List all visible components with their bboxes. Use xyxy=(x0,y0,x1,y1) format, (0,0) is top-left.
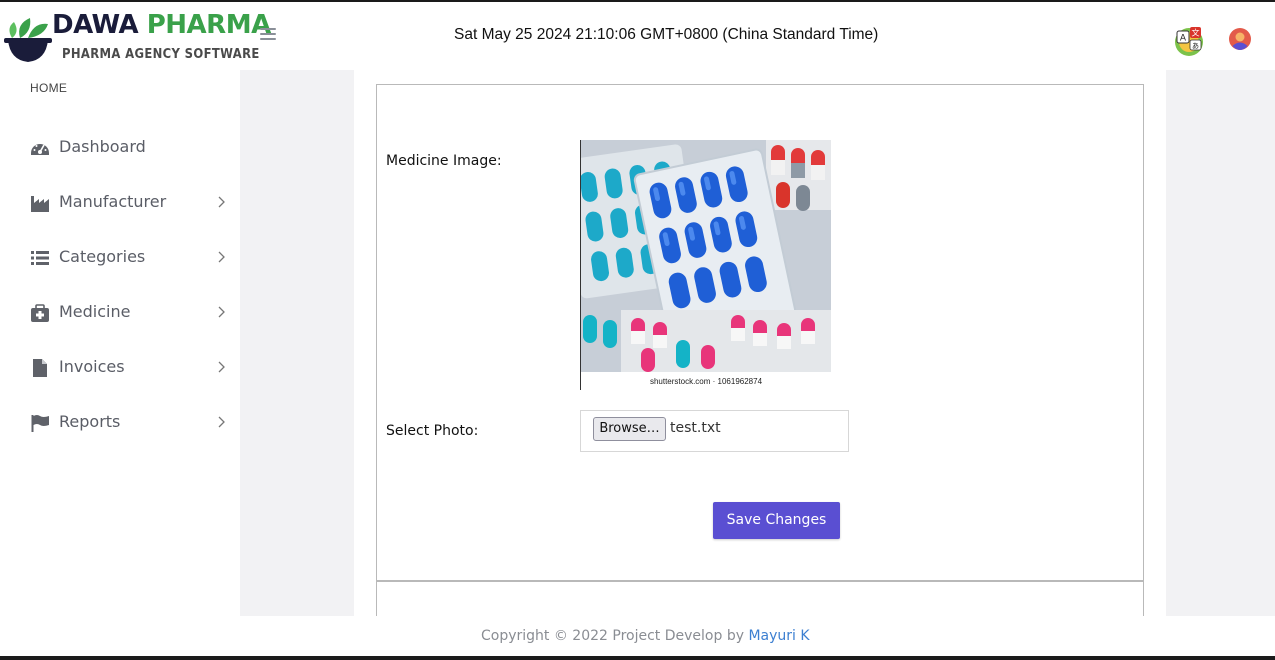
sidebar-item-dashboard[interactable]: Dashboard xyxy=(0,128,240,168)
svg-text:あ: あ xyxy=(1192,42,1199,50)
selected-file-name: test.txt xyxy=(670,420,721,436)
logo-title-dawa: DAWA xyxy=(52,10,139,40)
list-icon xyxy=(31,251,49,265)
chevron-right-icon xyxy=(218,196,225,208)
select-photo-label: Select Photo: xyxy=(386,423,479,439)
sidebar-item-label: Reports xyxy=(59,412,121,431)
sidebar-item-reports[interactable]: Reports xyxy=(0,403,240,443)
sidebar-item-label: Invoices xyxy=(59,357,125,376)
sidebar-item-label: Categories xyxy=(59,247,146,266)
sidebar-item-invoices[interactable]: Invoices xyxy=(0,348,240,388)
browse-button[interactable]: Browse… xyxy=(593,417,666,441)
chevron-right-icon xyxy=(218,251,225,263)
dashboard-icon xyxy=(31,144,49,155)
file-icon xyxy=(33,359,47,377)
photo-file-input[interactable]: Browse… test.txt xyxy=(580,410,849,452)
medicine-pills-photo xyxy=(581,140,831,372)
language-icon[interactable]: A 文 あ xyxy=(1173,25,1205,57)
current-datetime: Sat May 25 2024 21:10:06 GMT+0800 (China… xyxy=(454,26,879,43)
sidebar-item-medicine[interactable]: Medicine xyxy=(0,293,240,333)
factory-icon xyxy=(31,196,49,212)
form-lower-section xyxy=(376,581,1144,616)
footer-copyright: Copyright © 2022 Project Develop by Mayu… xyxy=(481,628,810,644)
svg-text:文: 文 xyxy=(1192,28,1200,38)
medical-kit-icon xyxy=(31,304,49,322)
sidebar-item-label: Medicine xyxy=(59,302,131,321)
sidebar-item-categories[interactable]: Categories xyxy=(0,238,240,278)
profile-icon[interactable] xyxy=(1229,28,1251,50)
chevron-right-icon xyxy=(218,361,225,373)
image-caption: shutterstock.com · 1061962874 xyxy=(649,377,763,386)
sidebar-section-home: HOME xyxy=(30,81,68,95)
sidebar: HOME Dashboard Manufacturer Categories M… xyxy=(0,70,240,660)
chevron-right-icon xyxy=(218,306,225,318)
author-link[interactable]: Mayuri K xyxy=(748,628,809,644)
medicine-image: shutterstock.com · 1061962874 xyxy=(580,140,831,390)
logo-title: DAWA PHARMA xyxy=(52,10,271,40)
sidebar-item-manufacturer[interactable]: Manufacturer xyxy=(0,183,240,223)
logo-subtitle: PHARMA AGENCY SOFTWARE xyxy=(62,46,260,62)
copyright-text: Copyright © 2022 Project Develop by xyxy=(481,628,744,644)
sidebar-item-label: Manufacturer xyxy=(59,192,167,211)
svg-text:A: A xyxy=(1180,34,1187,44)
brand-logo[interactable]: DAWA PHARMA PHARMA AGENCY SOFTWARE xyxy=(2,10,271,68)
flag-icon xyxy=(31,415,49,432)
sidebar-item-label: Dashboard xyxy=(59,137,146,156)
menu-icon[interactable] xyxy=(260,28,276,42)
footer: Copyright © 2022 Project Develop by Mayu… xyxy=(240,616,1275,656)
window-bottom-border xyxy=(0,656,1275,660)
medicine-image-label: Medicine Image: xyxy=(386,153,502,169)
mortar-leaf-logo-icon xyxy=(4,18,52,62)
chevron-right-icon xyxy=(218,416,225,428)
top-header: DAWA PHARMA PHARMA AGENCY SOFTWARE Sat M… xyxy=(0,2,1275,70)
logo-title-pharma: PHARMA xyxy=(146,10,271,40)
save-changes-button[interactable]: Save Changes xyxy=(713,502,840,539)
